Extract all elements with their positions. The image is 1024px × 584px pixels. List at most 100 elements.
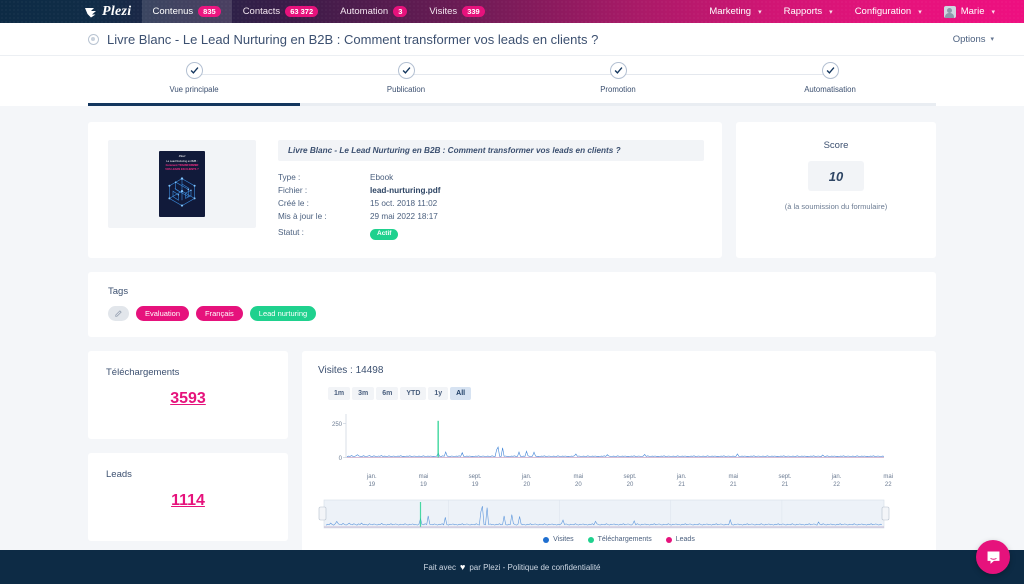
chart-legend: Visites Téléchargements Leads (318, 536, 920, 543)
step-label: Promotion (600, 85, 636, 94)
xtick: mai 20 (553, 474, 605, 489)
stepper-underline-active (88, 103, 300, 106)
field-label: Créé le : (278, 199, 309, 208)
downloads-label: Téléchargements (106, 367, 180, 378)
content-thumbnail[interactable]: Plezi Le Lead Nurturing en B2B : Comment… (108, 140, 256, 228)
nav-label: Configuration (854, 6, 912, 17)
chart-plot-area[interactable]: 250 0 (318, 410, 920, 472)
primary-nav: Plezi Contenus 835 Contacts 63 372 Autom… (85, 0, 496, 23)
chart-navigator[interactable] (318, 499, 920, 529)
range-button-3m[interactable]: 3m (352, 387, 375, 400)
plezi-logo[interactable]: Plezi (85, 4, 132, 20)
cover-brand: Plezi (178, 154, 186, 158)
range-button-1y[interactable]: 1y (428, 387, 449, 400)
nav-menu-marketing[interactable]: Marketing ▾ (698, 0, 772, 23)
xtick: sept. 19 (449, 474, 501, 489)
check-icon (402, 67, 410, 74)
nav-menu-rapports[interactable]: Rapports ▾ (773, 0, 844, 23)
nav-menu-user[interactable]: Marie ▾ (933, 0, 1006, 23)
xtick-year: 19 (471, 481, 479, 488)
chevron-down-icon: ▾ (990, 36, 994, 43)
xtick-month: mai (883, 474, 894, 480)
step-publication[interactable]: Publication (300, 62, 618, 94)
score-note: (à la soumission du formulaire) (784, 202, 888, 211)
nav-badge-contenus: 835 (198, 6, 221, 17)
field-statut: Statut : Actif (278, 226, 704, 240)
downloads-value[interactable]: 3593 (106, 390, 270, 408)
xtick-month: jan. (521, 474, 532, 480)
xtick-year: 21 (729, 481, 737, 488)
navigator-handle-right[interactable] (881, 506, 890, 521)
nav-item-contenus[interactable]: Contenus 835 (141, 0, 232, 23)
xtick-year: 20 (523, 481, 531, 488)
range-button-ytd[interactable]: YTD (400, 387, 427, 400)
options-button[interactable]: Options ▾ (953, 34, 994, 45)
options-label: Options (952, 33, 986, 45)
step-label: Automatisation (804, 85, 856, 94)
xtick: sept. 21 (759, 474, 811, 489)
cover-title-line2: Comment TRANSFORMER (165, 163, 199, 167)
edit-tags-button[interactable] (108, 305, 129, 321)
leads-card: Leads 1114 (88, 453, 288, 541)
nav-item-automation[interactable]: Automation 3 (329, 0, 418, 23)
chevron-down-icon: ▾ (758, 8, 762, 16)
range-button-6m[interactable]: 6m (376, 387, 399, 400)
legend-label: Téléchargements (597, 536, 652, 543)
nav-item-visites[interactable]: Visites 339 (418, 0, 495, 23)
xtick: jan. 20 (501, 474, 553, 489)
cover-title-line3: VOS LEADS EN CLIENTS ? (165, 167, 199, 171)
ytick-250: 250 (332, 422, 343, 428)
chart-svg: 250 0 (332, 414, 885, 462)
field-type: Type : Ebook (278, 171, 704, 184)
chevron-down-icon: ▾ (829, 8, 833, 16)
chevron-down-icon: ▾ (991, 8, 995, 16)
range-button-1m[interactable]: 1m (328, 387, 351, 400)
content-type-icon (88, 33, 99, 45)
field-value: 15 oct. 2018 11:02 (370, 199, 438, 208)
chat-launcher-button[interactable] (976, 540, 1010, 574)
downloads-card: Téléchargements 3593 (88, 351, 288, 439)
ebook-cover-image: Plezi Le Lead Nurturing en B2B : Comment… (159, 151, 205, 217)
nav-label: Rapports (783, 6, 823, 17)
legend-item-telechargements[interactable]: Téléchargements (587, 536, 652, 543)
xtick: mai 21 (707, 474, 759, 489)
step-promotion[interactable]: Promotion (512, 62, 830, 94)
step-automatisation[interactable]: Automatisation (724, 62, 936, 94)
nav-menu-configuration[interactable]: Configuration ▾ (844, 0, 933, 23)
xtick-month: mai (418, 474, 429, 480)
legend-dot (587, 536, 594, 543)
field-label: Mis à jour le : (278, 212, 327, 221)
field-mis-a-jour-le: Mis à jour le : 29 mai 2022 18:17 (278, 210, 704, 223)
tag-lead-nurturing[interactable]: Lead nurturing (249, 305, 317, 321)
score-card: Score 10 (à la soumission du formulaire) (736, 122, 936, 258)
navigator-handle-left[interactable] (318, 506, 327, 521)
leads-value[interactable]: 1114 (106, 492, 270, 510)
legend-item-leads[interactable]: Leads (665, 536, 695, 543)
cover-illustration (168, 177, 196, 207)
score-label: Score (823, 140, 849, 151)
content-fields: Livre Blanc - Le Lead Nurturing en B2B :… (278, 140, 704, 240)
field-label: Fichier : (278, 186, 308, 195)
field-value-file[interactable]: lead-nurturing.pdf (370, 184, 441, 197)
tag-evaluation[interactable]: Evaluation (136, 305, 190, 321)
legend-label: Visites (553, 536, 574, 543)
chat-bubble-icon (987, 551, 999, 564)
xtick-year: 21 (678, 481, 685, 488)
legend-label: Leads (675, 536, 695, 543)
xtick-month: mai (728, 474, 739, 480)
field-label: Statut : (278, 228, 304, 237)
tag-francais[interactable]: Français (196, 305, 243, 321)
page-footer: Fait avec ♥ par Plezi - Politique de con… (0, 550, 1024, 584)
range-button-all[interactable]: All (450, 387, 472, 400)
nav-item-contacts[interactable]: Contacts 63 372 (232, 0, 329, 23)
visits-chart-card: Visites : 14498 1m 3m 6m YTD 1y All 250 … (302, 351, 936, 553)
ytick-0: 0 (339, 456, 343, 462)
legend-item-visites[interactable]: Visites (543, 536, 574, 543)
page-title: Livre Blanc - Le Lead Nurturing en B2B :… (107, 31, 599, 47)
nav-label: Contacts (242, 6, 281, 17)
step-label: Publication (386, 85, 426, 94)
stat-column: Téléchargements 3593 Leads 1114 (88, 351, 288, 553)
step-vue-principale[interactable]: Vue principale (88, 62, 406, 94)
xtick: jan. 21 (656, 474, 708, 489)
xtick-year: 22 (833, 481, 840, 488)
